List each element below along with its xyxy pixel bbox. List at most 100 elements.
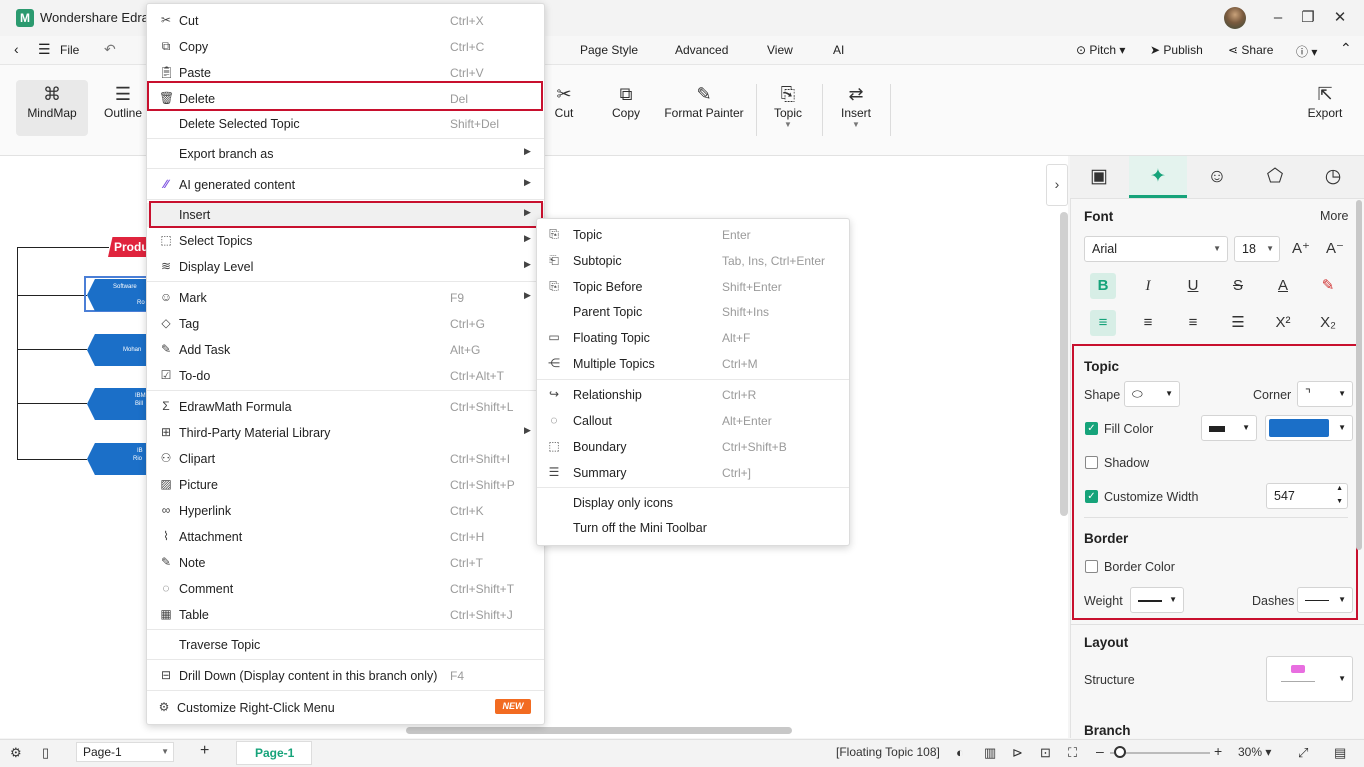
menu-item-customize-menu[interactable]: ⚙ Customize Right-Click Menu [147,696,544,720]
submenu-item-display-only-icons[interactable]: Display only icons [537,491,849,515]
add-page-icon[interactable]: + [200,742,209,760]
menu-item-clipart[interactable]: ⚇ Clipart Ctrl+Shift+I [147,447,544,471]
menu-item-third-party-library[interactable]: ⊞ Third-Party Material Library ▶ [147,421,544,445]
structure-select[interactable]: ▼ [1266,656,1353,702]
menu-item-todo[interactable]: ☑ To-do Ctrl+Alt+T [147,364,544,388]
publish-button[interactable]: ➤ Publish [1150,43,1203,57]
pitch-button[interactable]: ⊙ Pitch ▾ [1076,43,1125,57]
topic-tool[interactable]: ⎘ Topic ▼ [766,82,810,129]
font-color-icon[interactable]: A [1270,273,1296,299]
menu-item-hyperlink[interactable]: ∞ Hyperlink Ctrl+K [147,499,544,523]
undo-icon[interactable]: ↶ [104,41,116,58]
outline-tool[interactable]: ☰ Outline [98,82,148,120]
menu-item-tag[interactable]: ◇ Tag Ctrl+G [147,312,544,336]
menu-advanced[interactable]: Advanced [675,43,728,57]
submenu-item-subtopic[interactable]: ⎗ Subtopic Tab, Ins, Ctrl+Enter [537,249,849,273]
minimize-icon[interactable]: – [1268,8,1288,28]
increase-font-icon[interactable]: A⁺ [1288,236,1314,262]
file-menu[interactable]: File [60,43,79,57]
play-icon[interactable]: ⊳ [1012,745,1023,761]
zoom-in-icon[interactable]: + [1214,743,1222,759]
tab-theme-icon[interactable]: ⬠ [1246,156,1304,198]
page-view-icon[interactable]: ▯ [42,745,49,761]
tab-style-icon[interactable]: ✦ [1129,156,1187,198]
align-right-icon[interactable]: ≡ [1180,310,1206,336]
fit-page-icon[interactable]: ⊡ [1040,745,1051,761]
share-button[interactable]: ⋖ Share [1228,43,1273,57]
menu-item-mark[interactable]: ☺ Mark F9 ▶ [147,286,544,310]
menu-item-table[interactable]: ▦ Table Ctrl+Shift+J [147,603,544,627]
font-family-select[interactable]: Arial ▼ [1084,236,1228,262]
page-tab[interactable]: Page-1 [236,741,312,765]
menu-item-cut[interactable]: ✂ Cut Ctrl+X [147,9,544,33]
page-selector[interactable]: Page-1 ▼ [76,742,174,762]
submenu-item-topic-before[interactable]: ⎘ Topic Before Shift+Enter [537,275,849,299]
justify-icon[interactable]: ☰ [1225,310,1251,336]
menu-item-edrawmath[interactable]: Σ EdrawMath Formula Ctrl+Shift+L [147,395,544,419]
tab-emoji-icon[interactable]: ☺ [1188,156,1246,198]
menu-item-comment[interactable]: ◌ Comment Ctrl+Shift+T [147,577,544,601]
chevron-right-icon[interactable]: › [1046,164,1068,206]
vertical-scrollbar[interactable] [1060,212,1068,516]
topic-node[interactable]: IB Rio [87,443,153,475]
subscript-icon[interactable]: X₂ [1315,310,1341,336]
menu-item-copy[interactable]: ⧉ Copy Ctrl+C [147,35,544,59]
expand-icon[interactable]: ⤢ [1298,745,1308,761]
submenu-item-parent-topic[interactable]: Parent Topic Shift+Ins [537,300,849,324]
help-icon[interactable]: ⓘ ▾ [1296,43,1317,60]
menu-item-delete-selected-topic[interactable]: Delete Selected Topic Shift+Del [147,112,544,136]
menu-item-ai-content[interactable]: ∕∕ AI generated content ▶ [147,173,544,197]
menu-item-picture[interactable]: ▨ Picture Ctrl+Shift+P [147,473,544,497]
menu-item-add-task[interactable]: ✎ Add Task Alt+G [147,338,544,362]
fullscreen-icon[interactable]: ⛶ [1068,745,1077,761]
insert-tool[interactable]: ⇄ Insert ▼ [834,82,878,129]
tab-page-icon[interactable]: ▣ [1070,156,1128,198]
horizontal-scrollbar[interactable] [406,727,792,734]
submenu-item-multiple-topics[interactable]: ⋲ Multiple Topics Ctrl+M [537,352,849,376]
menu-item-traverse-topic[interactable]: Traverse Topic [147,633,544,657]
book-icon[interactable]: ▥ [984,745,996,761]
submenu-item-summary[interactable]: ☰ Summary Ctrl+] [537,461,849,485]
align-center-icon[interactable]: ≡ [1135,310,1161,336]
submenu-item-turn-off-mini-toolbar[interactable]: Turn off the Mini Toolbar [537,516,849,540]
zoom-out-icon[interactable]: – [1096,743,1104,759]
submenu-item-boundary[interactable]: ⬚ Boundary Ctrl+Shift+B [537,435,849,459]
strikethrough-icon[interactable]: S [1225,273,1251,299]
align-left-icon[interactable]: ≡ [1090,310,1116,336]
menu-item-select-topics[interactable]: ⬚ Select Topics ▶ [147,229,544,253]
close-icon[interactable]: ✕ [1330,8,1350,28]
export-tool[interactable]: ⇱ Export [1302,82,1348,120]
tab-history-icon[interactable]: ◷ [1304,156,1362,198]
format-painter-tool[interactable]: ✎ Format Painter [662,82,746,120]
italic-icon[interactable]: I [1135,273,1161,299]
avatar[interactable] [1224,7,1246,29]
panel-scrollbar[interactable] [1356,200,1362,550]
more-link[interactable]: More [1320,209,1348,223]
mindmap-tool[interactable]: ⌘ MindMap [16,82,88,120]
zoom-slider-handle[interactable] [1114,746,1126,758]
menu-item-export-branch[interactable]: Export branch as ▶ [147,142,544,166]
page-settings-icon[interactable]: ⚙ [10,745,22,761]
menu-item-attachment[interactable]: ⌇ Attachment Ctrl+H [147,525,544,549]
back-icon[interactable]: ‹ [14,41,19,57]
cut-tool[interactable]: ✂ Cut [544,82,584,120]
decrease-font-icon[interactable]: A⁻ [1322,236,1348,262]
menu-item-drill-down[interactable]: ⊟ Drill Down (Display content in this bra… [147,664,544,688]
topic-node[interactable]: Software Ro [87,279,153,311]
highlight-icon[interactable]: ✎ [1315,273,1341,299]
topic-node[interactable]: IBM Bill [87,388,153,420]
theme-icon[interactable]: ◐ [956,745,964,760]
panel-toggle-icon[interactable]: ▤ [1334,745,1346,761]
hamburger-icon[interactable]: ☰ [38,41,51,58]
submenu-item-floating-topic[interactable]: ▭ Floating Topic Alt+F [537,326,849,350]
submenu-item-callout[interactable]: ◌ Callout Alt+Enter [537,409,849,433]
collapse-ribbon-icon[interactable]: ⌃ [1340,40,1352,57]
font-size-select[interactable]: 18 ▼ [1234,236,1280,262]
topic-node[interactable]: Mohan [87,334,153,366]
menu-item-display-level[interactable]: ≋ Display Level ▶ [147,255,544,279]
menu-page-style[interactable]: Page Style [580,43,638,57]
copy-tool[interactable]: ⧉ Copy [604,82,648,120]
submenu-item-topic[interactable]: ⎘ Topic Enter [537,223,849,247]
zoom-level[interactable]: 30% ▾ [1238,745,1271,759]
submenu-item-relationship[interactable]: ↪ Relationship Ctrl+R [537,383,849,407]
